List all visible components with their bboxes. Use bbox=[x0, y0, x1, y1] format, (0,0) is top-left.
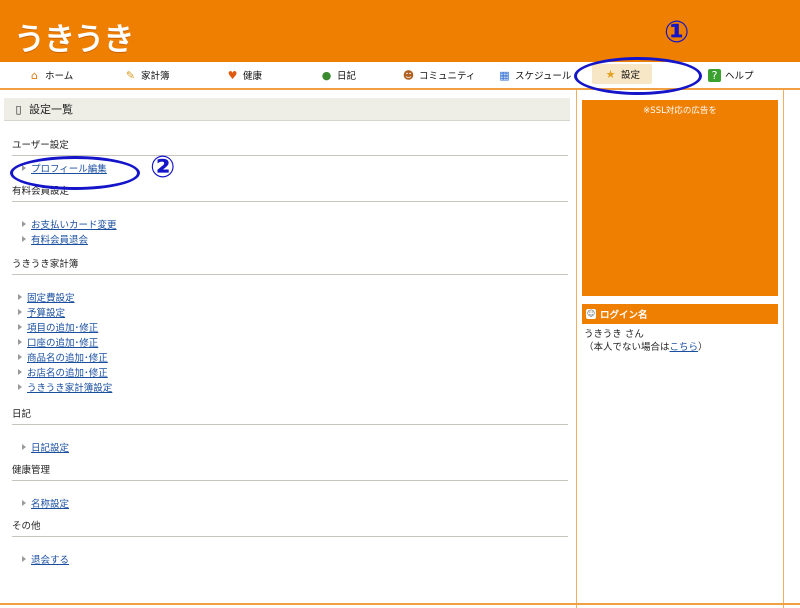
not-you-prefix: （本人でない場合は bbox=[584, 342, 670, 353]
nav-kakeibo[interactable]: ✎ 家計簿 bbox=[124, 62, 170, 88]
section-other: その他 退会する bbox=[12, 512, 570, 568]
annotation-number-1: ① bbox=[664, 15, 690, 50]
not-you-suffix: ） bbox=[698, 342, 708, 353]
list-item: 退会する bbox=[22, 551, 570, 566]
arrow-icon bbox=[18, 353, 22, 360]
link-category-edit[interactable]: 項目の追加･修正 bbox=[27, 320, 98, 334]
section-diary: 日記 日記設定 bbox=[12, 400, 570, 456]
login-user: うきうき さん bbox=[584, 329, 644, 340]
ad-text: ※SSL対応の広告を bbox=[643, 106, 717, 116]
list-item: 名称設定 bbox=[22, 495, 570, 510]
pencil-icon: ✎ bbox=[125, 68, 136, 82]
nav-home-label: ホーム bbox=[45, 71, 74, 82]
user-icon: ☺ bbox=[586, 309, 596, 319]
login-heading: ☺ ログイン名 bbox=[582, 304, 778, 324]
arrow-icon bbox=[22, 220, 26, 227]
link-fixed-cost[interactable]: 固定費設定 bbox=[27, 290, 75, 304]
arrow-icon bbox=[18, 323, 22, 330]
link-card-change[interactable]: お支払いカード変更 bbox=[31, 217, 117, 231]
link-shop-edit[interactable]: お店名の追加･修正 bbox=[27, 365, 108, 379]
footer-line bbox=[0, 603, 800, 605]
section-heading: ユーザー設定 bbox=[12, 131, 568, 156]
section-health: 健康管理 名称設定 bbox=[12, 456, 570, 512]
nav-help-label: ヘルプ bbox=[725, 71, 754, 82]
arrow-icon bbox=[18, 338, 22, 345]
arrow-icon bbox=[22, 555, 26, 562]
not-you-link[interactable]: こちら bbox=[670, 342, 699, 353]
page-title: ▯ 設定一覧 bbox=[4, 98, 570, 121]
site-logo[interactable]: うきうき bbox=[14, 14, 134, 59]
annotation-ring-profile bbox=[10, 156, 140, 190]
ad-banner[interactable]: ※SSL対応の広告を bbox=[582, 100, 778, 296]
nav-home[interactable]: ⌂ ホーム bbox=[28, 62, 73, 88]
arrow-icon bbox=[18, 308, 22, 315]
home-icon: ⌂ bbox=[31, 68, 38, 82]
link-withdraw[interactable]: 退会する bbox=[31, 552, 69, 566]
column-divider bbox=[576, 90, 577, 608]
arrow-icon bbox=[18, 383, 22, 390]
list-item: お支払いカード変更 bbox=[22, 216, 570, 231]
list-item: 項目の追加･修正 bbox=[18, 319, 570, 334]
arrow-icon bbox=[18, 293, 22, 300]
list-item: 予算設定 bbox=[18, 304, 570, 319]
nav-health-label: 健康 bbox=[243, 71, 263, 82]
arrow-icon bbox=[18, 368, 22, 375]
nav-community[interactable]: ☻ コミュニティ bbox=[402, 62, 476, 88]
annotation-ring-settings bbox=[574, 57, 702, 95]
list-item: 口座の追加･修正 bbox=[18, 334, 570, 349]
not-you-line: （本人でない場合はこちら） bbox=[584, 341, 708, 354]
nav-community-label: コミュニティ bbox=[419, 71, 476, 82]
right-border bbox=[783, 90, 784, 608]
nav-help[interactable]: ? ヘルプ bbox=[708, 62, 754, 88]
link-name-settings[interactable]: 名称設定 bbox=[31, 496, 69, 510]
login-heading-text: ログイン名 bbox=[600, 310, 648, 321]
list-item: 有料会員退会 bbox=[22, 231, 570, 246]
section-heading: うきうき家計簿 bbox=[12, 250, 568, 275]
list-item: うきうき家計簿設定 bbox=[18, 379, 570, 394]
nav-health[interactable]: ♥ 健康 bbox=[226, 62, 262, 88]
nav-schedule-label: スケジュール bbox=[515, 71, 572, 82]
annotation-number-2: ② bbox=[150, 150, 176, 185]
link-paid-cancel[interactable]: 有料会員退会 bbox=[31, 232, 88, 246]
nav-diary[interactable]: ● 日記 bbox=[320, 62, 356, 88]
list-item: お店名の追加･修正 bbox=[18, 364, 570, 379]
section-heading: 日記 bbox=[12, 400, 568, 425]
book-icon: ▯ bbox=[15, 102, 22, 116]
list-item: 固定費設定 bbox=[18, 289, 570, 304]
section-kakeibo: うきうき家計簿 固定費設定 予算設定 項目の追加･修正 口座の追加･修正 商品名… bbox=[12, 250, 570, 396]
link-kakeibo-settings[interactable]: うきうき家計簿設定 bbox=[27, 380, 112, 394]
nav-schedule[interactable]: ▦ スケジュール bbox=[498, 62, 571, 88]
person-icon: ● bbox=[321, 68, 332, 82]
list-item: 日記設定 bbox=[22, 439, 570, 454]
heart-icon: ♥ bbox=[227, 68, 238, 82]
link-budget[interactable]: 予算設定 bbox=[27, 305, 65, 319]
list-item: 商品名の追加･修正 bbox=[18, 349, 570, 364]
link-account-edit[interactable]: 口座の追加･修正 bbox=[27, 335, 98, 349]
arrow-icon bbox=[22, 235, 26, 242]
arrow-icon bbox=[22, 499, 26, 506]
nav-diary-label: 日記 bbox=[337, 71, 357, 82]
page-title-text: 設定一覧 bbox=[29, 103, 73, 116]
calendar-icon: ▦ bbox=[499, 68, 510, 82]
help-icon: ? bbox=[708, 68, 721, 82]
community-icon: ☻ bbox=[402, 68, 415, 82]
arrow-icon bbox=[22, 443, 26, 450]
link-diary-settings[interactable]: 日記設定 bbox=[31, 440, 69, 454]
login-info: うきうき さん （本人でない場合はこちら） bbox=[584, 328, 708, 354]
link-product-edit[interactable]: 商品名の追加･修正 bbox=[27, 350, 108, 364]
section-heading: その他 bbox=[12, 512, 568, 537]
nav-kakeibo-label: 家計簿 bbox=[141, 71, 170, 82]
section-heading: 健康管理 bbox=[12, 456, 568, 481]
